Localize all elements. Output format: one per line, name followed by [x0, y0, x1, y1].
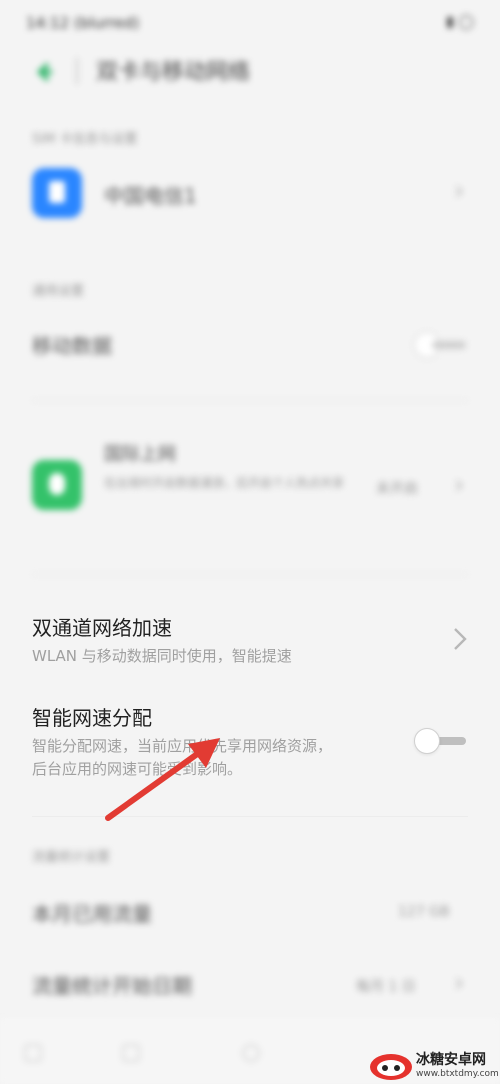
mobile-data-label: 移动数据: [32, 334, 112, 358]
globe-icon: [32, 460, 82, 510]
watermark-logo-icon: [370, 1054, 412, 1080]
chevron-right-icon: [454, 628, 467, 650]
roaming-status: 未开启: [376, 481, 418, 497]
divider: [32, 400, 468, 401]
sim-card-icon: [32, 168, 82, 218]
roaming-desc: 在出境时开启数据漫游，后开启个人热点共享: [104, 476, 345, 490]
status-bar: 14:12 (blurred) ▮ ◯: [0, 0, 500, 48]
nav-icon[interactable]: [122, 1044, 140, 1062]
chevron-right-icon: ›: [454, 470, 465, 500]
sim-carrier-label: 中国电信1: [104, 184, 197, 208]
sim-card-row[interactable]: 中国电信1 ›: [0, 160, 500, 228]
sim-section-label: SIM 卡信息与设置: [32, 132, 138, 147]
watermark-name: 冰糖安卓网: [416, 1052, 486, 1068]
page-header: 双卡与移动网络: [0, 48, 500, 108]
this-month-value: 127 GB: [398, 904, 450, 920]
watermark: 冰糖安卓网 www.btxtdmy.com: [368, 1048, 500, 1084]
watermark-url: www.btxtdmy.com: [416, 1069, 499, 1079]
status-time: 14:12 (blurred): [26, 14, 140, 32]
cycle-label: 流量统计开始日期: [32, 974, 192, 998]
cycle-value: 每月 1 日: [356, 979, 416, 995]
nav-icon[interactable]: [24, 1044, 42, 1062]
general-section-label: 通用设置: [32, 284, 85, 299]
smart-speed-toggle[interactable]: [414, 728, 466, 754]
usage-section-label: 流量统计设置: [32, 850, 111, 865]
roaming-row[interactable]: 国际上网 在出境时开启数据漫游，后开启个人热点共享 未开启 ›: [0, 430, 500, 540]
annotation-arrow-icon: [105, 738, 220, 821]
chevron-right-icon: ›: [454, 176, 465, 206]
smart-speed-row[interactable]: 智能网速分配 智能分配网速，当前应用优先享用网络资源， 后台应用的网速可能受到影…: [0, 694, 500, 790]
nav-icon[interactable]: [242, 1044, 260, 1062]
dual-channel-subtitle: WLAN 与移动数据同时使用，智能提速: [32, 647, 292, 665]
roaming-title: 国际上网: [104, 444, 176, 465]
battery-icon: ▮ ◯: [446, 14, 474, 30]
mobile-data-row[interactable]: 移动数据: [0, 318, 500, 372]
page-title: 双卡与移动网络: [96, 60, 251, 85]
usage-cycle-row[interactable]: 流量统计开始日期 每月 1 日 ›: [0, 960, 500, 1010]
dual-channel-row[interactable]: 双通道网络加速 WLAN 与移动数据同时使用，智能提速: [0, 604, 500, 674]
chevron-right-icon: ›: [454, 968, 465, 998]
mobile-data-toggle[interactable]: [414, 332, 466, 358]
this-month-label: 本月已用流量: [32, 902, 152, 926]
back-arrow-icon[interactable]: [32, 60, 60, 84]
dual-channel-title: 双通道网络加速: [32, 616, 172, 640]
header-divider: [76, 58, 78, 84]
this-month-usage-row[interactable]: 本月已用流量 127 GB: [0, 888, 500, 938]
divider: [32, 574, 468, 575]
divider: [32, 816, 468, 817]
